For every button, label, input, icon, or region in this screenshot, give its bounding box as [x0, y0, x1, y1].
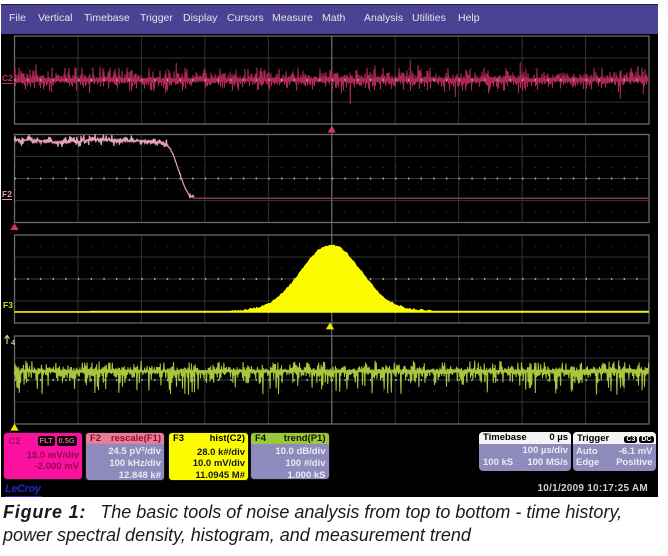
svg-text:4: 4: [11, 338, 16, 346]
